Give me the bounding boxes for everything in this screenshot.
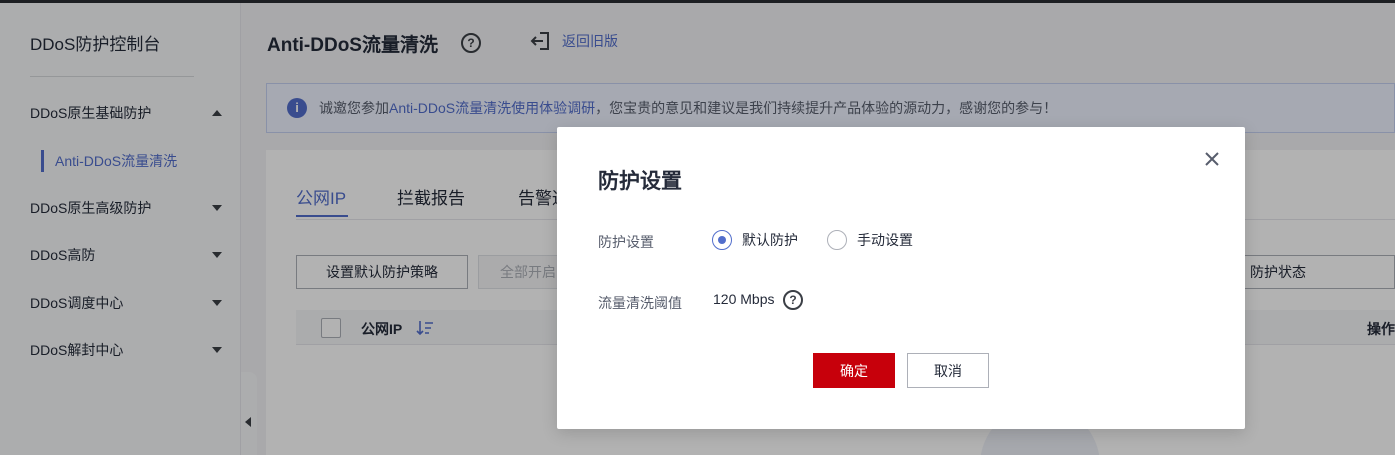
dialog-title: 防护设置 (598, 170, 682, 193)
cancel-button[interactable]: 取消 (907, 353, 989, 388)
close-icon[interactable] (1202, 149, 1222, 169)
protection-setting-label: 防护设置 (598, 234, 654, 250)
threshold-label: 流量清洗阈值 (598, 295, 682, 311)
protection-settings-dialog: 防护设置 防护设置 默认防护 手动设置 流量清洗阈值 120 Mbps ? 确定… (557, 127, 1245, 429)
confirm-button[interactable]: 确定 (813, 353, 895, 388)
radio-manual-setting[interactable]: 手动设置 (827, 230, 913, 250)
question-circle-icon[interactable]: ? (783, 290, 803, 310)
radio-default-label: 默认防护 (742, 232, 798, 248)
threshold-value: 120 Mbps (713, 291, 775, 307)
radio-dot (827, 230, 847, 250)
radio-dot (712, 230, 732, 250)
radio-default-protection[interactable]: 默认防护 (712, 230, 798, 250)
radio-manual-label: 手动设置 (857, 232, 913, 248)
